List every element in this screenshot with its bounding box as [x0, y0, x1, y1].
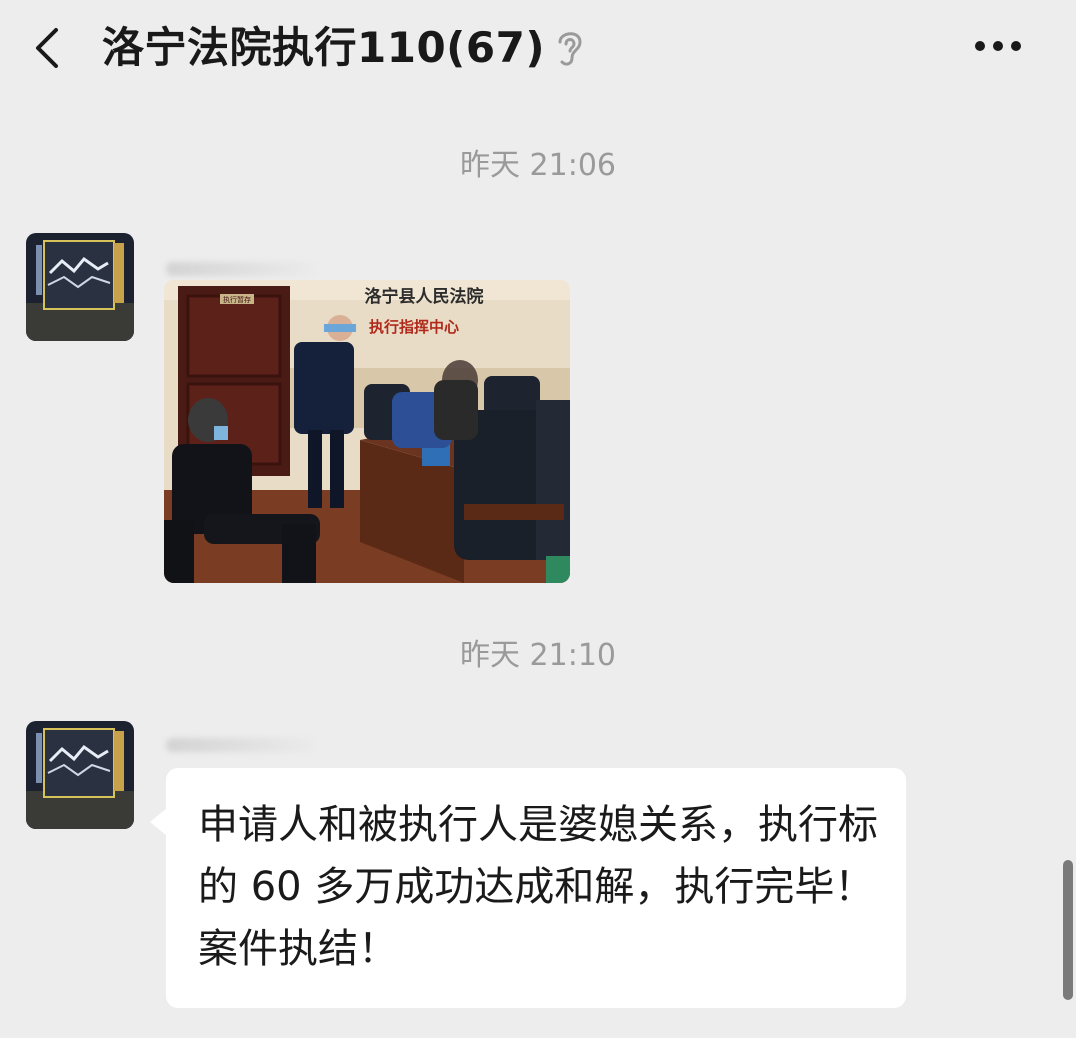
avatar-image: [26, 721, 134, 829]
door-plate-text: 执行暂存: [223, 295, 251, 304]
sender-name: [166, 262, 316, 276]
chat-header: 洛宁法院执行110(67): [0, 0, 1076, 104]
photo-courtroom: 执行暂存 洛宁县人民法院 执行指挥中心: [164, 280, 570, 583]
ellipsis-icon[interactable]: [972, 38, 1024, 54]
court-sign-line1: 洛宁县人民法院: [365, 286, 484, 307]
scrollbar[interactable]: [1063, 860, 1073, 1000]
text-message-bubble[interactable]: 申请人和被执行人是婆媳关系，执行标的 60 多万成功达成和解，执行完毕！案件执结…: [166, 768, 906, 1008]
avatar[interactable]: [26, 721, 134, 829]
court-sign-line2: 执行指挥中心: [369, 318, 459, 336]
chat-screen: 洛宁法院执行110(67) 昨天 21:06 执行暂存 洛宁县人民法院 执行指挥…: [0, 0, 1076, 1038]
image-message[interactable]: 执行暂存 洛宁县人民法院 执行指挥中心: [164, 280, 570, 583]
avatar-image: [26, 233, 134, 341]
chevron-left-icon[interactable]: [30, 24, 66, 72]
sender-name: [166, 738, 316, 752]
message-timestamp: 昨天 21:10: [460, 638, 616, 673]
avatar[interactable]: [26, 233, 134, 341]
chat-title[interactable]: 洛宁法院执行110(67): [102, 20, 545, 76]
bubble-tail: [150, 808, 167, 836]
message-text: 申请人和被执行人是婆媳关系，执行标的 60 多万成功达成和解，执行完毕！案件执结…: [198, 802, 878, 972]
message-timestamp: 昨天 21:06: [460, 148, 616, 183]
ear-icon: [558, 32, 582, 66]
